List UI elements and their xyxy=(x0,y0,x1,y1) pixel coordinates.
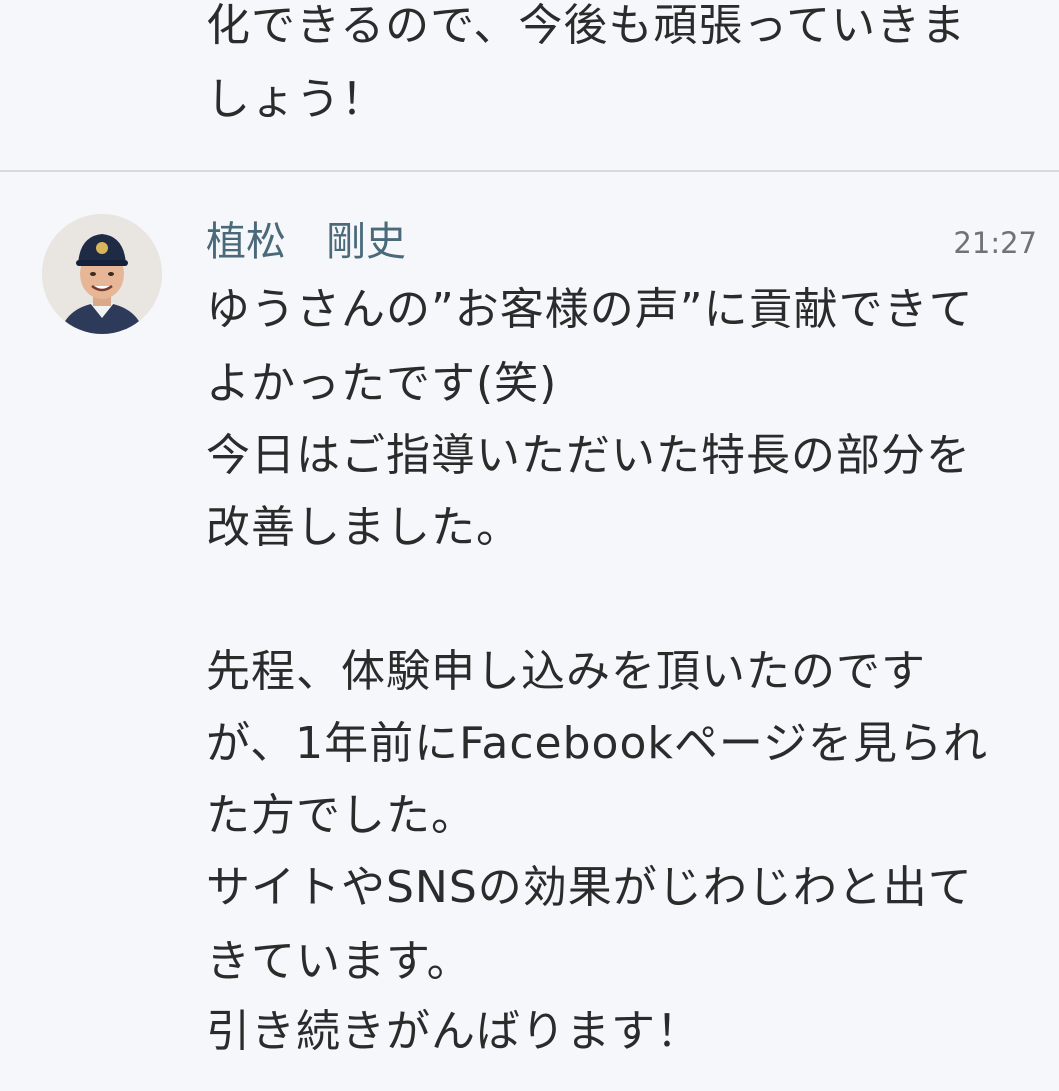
message-timestamp: 21:27 xyxy=(953,226,1037,260)
message-line: 引き続きがんばります！ xyxy=(206,1006,701,1057)
message-line: きています。 xyxy=(206,936,472,987)
message-line: ゆうさんの”お客様の声”に貢献できて xyxy=(206,284,974,335)
message-line: 今日はご指導いただいた特長の部分を xyxy=(206,430,971,481)
sender-name[interactable]: 植松 剛史 xyxy=(206,218,406,266)
message-line: 改善しました。 xyxy=(206,502,521,553)
message-line: 先程、体験申し込みを頂いたのです xyxy=(206,646,926,697)
previous-message-line: しょう！ xyxy=(206,74,386,125)
previous-message-line: 化できるので、今後も頑張っていきま xyxy=(206,0,967,51)
message-line: が、1年前にFacebookページを見られ xyxy=(206,718,988,769)
message-line: た方でした。 xyxy=(206,790,476,841)
previous-message: 化できるので、今後も頑張っていきま しょう！ xyxy=(0,0,1059,170)
chat-message[interactable]: 植松 剛史 21:27 ゆうさんの”お客様の声”に貢献できて よかったです(笑)… xyxy=(0,172,1059,1091)
message-line: よかったです(笑) xyxy=(206,358,558,409)
user-avatar-icon xyxy=(42,214,162,334)
message-line: サイトやSNSの効果がじわじわと出て xyxy=(206,862,973,913)
sender-avatar[interactable] xyxy=(42,214,162,334)
